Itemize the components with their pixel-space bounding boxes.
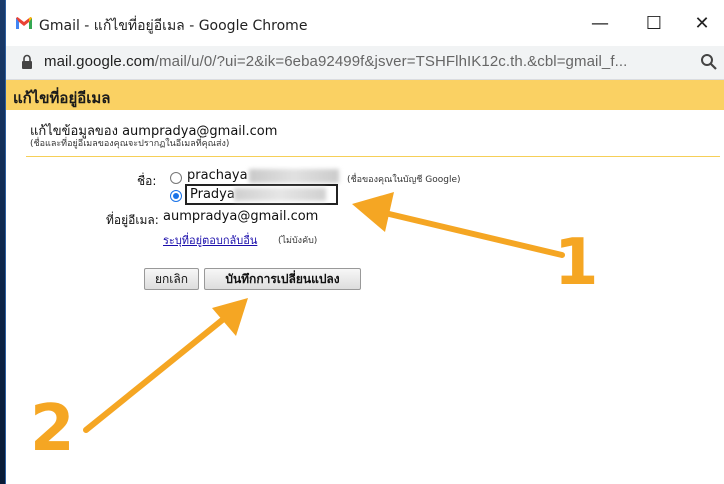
custom-name-value: Pradya xyxy=(190,187,235,202)
lock-icon xyxy=(22,54,32,69)
header-band: แก้ไขที่อยู่อีเมล xyxy=(6,80,724,110)
search-icon[interactable] xyxy=(700,53,718,71)
close-button[interactable]: ✕ xyxy=(688,10,716,36)
annotation-label-2: 2 xyxy=(30,392,75,466)
name-option1-note: (ชื่อของคุณในบัญชี Google) xyxy=(347,175,461,185)
close-icon: ✕ xyxy=(694,12,710,34)
url-path: /mail/u/0/?ui=2&ik=6eba92499f&jsver=TSHF… xyxy=(154,53,628,70)
minimize-button[interactable]: — xyxy=(586,10,614,36)
maximize-button[interactable]: ☐ xyxy=(640,10,668,36)
minimize-icon: — xyxy=(591,12,609,34)
save-changes-button[interactable]: บันทึกการเปลี่ยนแปลง xyxy=(204,268,361,290)
gmail-icon xyxy=(16,17,32,29)
reply-to-note: (ไม่บังคับ) xyxy=(278,236,318,246)
email-value: aumpradya@gmail.com xyxy=(163,209,319,224)
name-option2-radio[interactable] xyxy=(170,190,182,202)
name-label: ชื่อ: xyxy=(137,174,157,188)
chrome-popup-window: Gmail - แก้ไขที่อยู่อีเมล - Google Chrom… xyxy=(6,0,724,484)
name-option1-label: prachaya xyxy=(187,168,248,183)
maximize-icon: ☐ xyxy=(645,12,663,34)
cancel-button[interactable]: ยกเลิก xyxy=(144,268,199,290)
email-label: ที่อยู่อีเมล: xyxy=(106,213,159,227)
redacted-surname xyxy=(249,169,339,183)
address-bar[interactable]: mail.google.com/mail/u/0/?ui=2&ik=6eba92… xyxy=(6,46,724,80)
reply-to-link[interactable]: ระบุที่อยู่ตอบกลับอื่น xyxy=(163,231,257,249)
name-option1-radio[interactable] xyxy=(170,172,182,184)
redacted-custom-surname xyxy=(234,188,326,201)
divider xyxy=(26,156,720,157)
window-title: Gmail - แก้ไขที่อยู่อีเมล - Google Chrom… xyxy=(39,18,308,34)
url-text[interactable]: mail.google.com/mail/u/0/?ui=2&ik=6eba92… xyxy=(44,53,627,70)
url-host: mail.google.com xyxy=(44,53,155,70)
edit-email-page: แก้ไขที่อยู่อีเมล แก้ไขข้อมูลของ aumprad… xyxy=(6,80,724,484)
section-subtitle: (ชื่อและที่อยู่อีเมลของคุณจะปรากฏในอีเมล… xyxy=(30,139,230,149)
annotation-label-1: 1 xyxy=(554,226,599,300)
title-bar: Gmail - แก้ไขที่อยู่อีเมล - Google Chrom… xyxy=(6,0,724,46)
page-title: แก้ไขที่อยู่อีเมล xyxy=(13,89,111,107)
